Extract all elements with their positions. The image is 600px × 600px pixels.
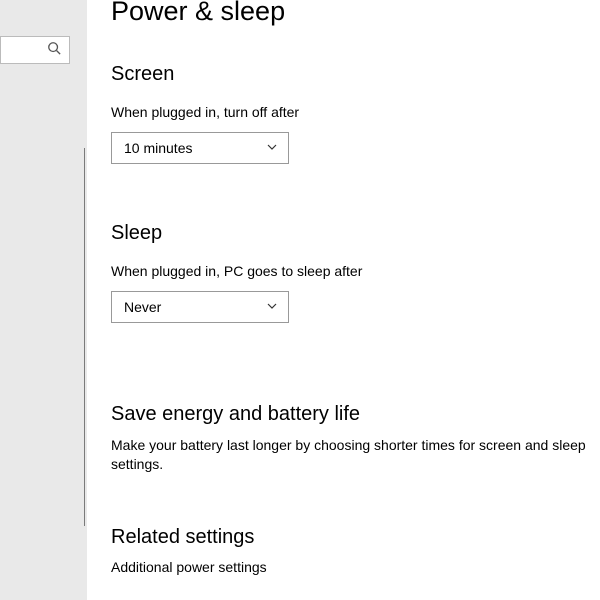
chevron-down-icon (266, 140, 278, 156)
related-heading: Related settings (111, 526, 600, 549)
settings-sidebar (0, 0, 87, 600)
energy-heading: Save energy and battery life (111, 403, 600, 426)
screen-timeout-dropdown[interactable]: 10 minutes (111, 132, 289, 164)
sleep-plugged-label: When plugged in, PC goes to sleep after (111, 263, 600, 279)
screen-plugged-label: When plugged in, turn off after (111, 104, 600, 120)
search-input[interactable] (0, 36, 70, 64)
screen-timeout-value: 10 minutes (124, 140, 192, 156)
link-additional-power-settings[interactable]: Additional power settings (111, 559, 600, 575)
sleep-heading: Sleep (111, 222, 600, 245)
energy-description: Make your battery last longer by choosin… (111, 436, 600, 474)
sleep-timeout-dropdown[interactable]: Never (111, 291, 289, 323)
chevron-down-icon (266, 299, 278, 315)
page-title: Power & sleep (111, 0, 600, 27)
screen-heading: Screen (111, 63, 600, 86)
search-icon (47, 41, 61, 60)
main-content: Power & sleep Screen When plugged in, tu… (87, 0, 600, 600)
sleep-timeout-value: Never (124, 299, 161, 315)
scroll-indicator (84, 148, 85, 526)
